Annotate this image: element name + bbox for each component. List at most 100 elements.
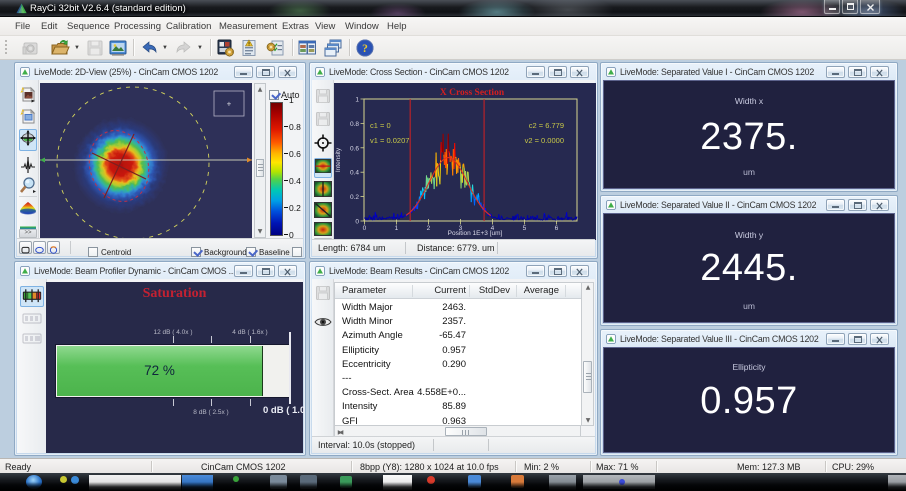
undo-button[interactable] [139, 38, 159, 58]
window-titlebar[interactable]: LiveMode: Separated Value III - CinCam C… [603, 331, 895, 346]
scroll-up-icon[interactable]: ▲ [256, 86, 264, 93]
language-bar[interactable] [583, 475, 655, 489]
window-close-button[interactable] [570, 65, 589, 78]
export-view-button[interactable] [108, 38, 128, 58]
open-folder-button[interactable] [50, 38, 70, 58]
dynamic-gauge-button[interactable] [21, 331, 43, 346]
window-close-button[interactable] [870, 65, 889, 78]
column-separator[interactable] [469, 285, 470, 297]
window-minimize-button[interactable] [234, 65, 253, 78]
window-close-button[interactable] [870, 332, 889, 345]
window-minimize-button[interactable] [526, 264, 545, 277]
column-separator[interactable] [516, 285, 517, 297]
window-titlebar[interactable]: LiveMode: Beam Results - CinCam CMOS 120… [312, 263, 595, 278]
centroid-checkbox[interactable]: Centroid [88, 242, 131, 258]
tray-icon[interactable] [340, 476, 352, 488]
expand-more-button[interactable]: >> [19, 229, 37, 238]
window-minimize-button[interactable] [826, 198, 845, 211]
baseline-checkbox[interactable]: Baseline [246, 242, 290, 258]
process-window-button[interactable] [216, 38, 236, 58]
window-maximize-button[interactable] [256, 65, 275, 78]
beam-canvas-scrollbar[interactable]: ▲ ▼ [254, 83, 266, 238]
beam-2d-canvas[interactable]: + [40, 83, 252, 238]
camera-capture-button[interactable] [21, 38, 41, 58]
section-vertical-button[interactable] [314, 181, 332, 199]
menu-calibration[interactable]: Calibration [166, 21, 211, 32]
menu-measurement[interactable]: Measurement [219, 21, 277, 32]
menu-file[interactable]: File [15, 21, 30, 32]
table-row[interactable]: --- [335, 372, 581, 386]
extra-checkbox[interactable] [292, 242, 302, 258]
profile-line-button[interactable] [19, 156, 37, 173]
tray-icon[interactable] [427, 476, 435, 484]
column-header-parameter[interactable]: Parameter [342, 285, 386, 296]
open-dropdown-arrow[interactable]: ▼ [74, 45, 82, 51]
scrollbar-thumb[interactable] [445, 427, 487, 436]
scrollbar-thumb[interactable] [256, 159, 264, 177]
visibility-eye-button[interactable] [314, 315, 332, 329]
copy-image-page-button[interactable] [19, 85, 37, 103]
window-close-button[interactable] [278, 65, 297, 78]
window-close-button[interactable] [278, 264, 297, 277]
scroll-up-icon[interactable]: ▲ [584, 284, 592, 291]
window-titlebar[interactable]: LiveMode: Beam Profiler Dynamic - CinCam… [17, 263, 303, 278]
window-close-button[interactable] [870, 198, 889, 211]
redo-dropdown-arrow[interactable]: ▼ [197, 45, 205, 51]
window-titlebar[interactable]: LiveMode: Separated Value I - CinCam CMO… [603, 64, 895, 79]
window-titlebar[interactable]: LiveMode: Cross Section - CinCam CMOS 12… [312, 64, 595, 79]
maximize-button[interactable] [842, 0, 858, 14]
window-maximize-button[interactable] [548, 264, 567, 277]
window-minimize-button[interactable] [526, 65, 545, 78]
column-header-average[interactable]: Average [506, 285, 559, 296]
tray-icon[interactable] [549, 475, 576, 490]
window-maximize-button[interactable] [848, 65, 867, 78]
section-major-axis-button[interactable] [314, 202, 332, 220]
tray-icon[interactable] [300, 475, 317, 489]
section-horizontal-button[interactable] [314, 158, 332, 178]
undo-dropdown-arrow[interactable]: ▼ [162, 45, 170, 51]
table-row[interactable]: GFI 0.963 [335, 415, 581, 425]
table-row[interactable]: Width Minor 2357. [335, 315, 581, 329]
window-maximize-button[interactable] [848, 332, 867, 345]
table-vertical-scrollbar[interactable]: ▲ ▼ [581, 282, 594, 426]
help-button[interactable]: ? [355, 38, 375, 58]
view-3d-cone-button[interactable] [19, 201, 37, 217]
minimize-button[interactable] [824, 0, 840, 14]
toolbar-drag-handle[interactable] [5, 40, 7, 56]
window-maximize-button[interactable] [256, 264, 275, 277]
tray-icon[interactable] [468, 475, 481, 488]
column-separator[interactable] [565, 285, 566, 297]
view-2d-colormap-button[interactable] [19, 220, 37, 233]
save-all-button[interactable] [314, 110, 332, 127]
redo-button[interactable] [174, 38, 194, 58]
beam-results-table[interactable]: Parameter Current StdDev Average Width M… [334, 282, 581, 426]
menu-window[interactable]: Window [345, 21, 379, 32]
scrollbar-thumb[interactable] [583, 361, 592, 393]
scroll-down-icon[interactable]: ▼ [584, 417, 592, 424]
dynamic-gauge-button[interactable] [21, 311, 43, 326]
taskbar-window-button[interactable] [182, 475, 213, 491]
saturation-meter-button[interactable] [20, 286, 44, 307]
save-results-button[interactable] [314, 284, 332, 301]
ellipse-marker-button[interactable] [33, 241, 46, 254]
report-page-button[interactable] [240, 38, 260, 58]
tray-icon[interactable] [270, 475, 287, 489]
scroll-down-icon[interactable]: ▼ [256, 228, 264, 235]
window-close-button[interactable] [570, 264, 589, 277]
window-minimize-button[interactable] [826, 65, 845, 78]
window-minimize-button[interactable] [826, 332, 845, 345]
window-maximize-button[interactable] [848, 198, 867, 211]
column-separator[interactable] [412, 285, 413, 297]
save-button[interactable] [85, 38, 105, 58]
scroll-right-icon[interactable]: ▶ [336, 429, 344, 436]
start-orb-icon[interactable] [26, 475, 42, 489]
table-row[interactable]: Ellipticity 0.957 [335, 344, 581, 358]
menu-sequence[interactable]: Sequence [67, 21, 110, 32]
quicklaunch-icon[interactable] [71, 476, 79, 484]
background-checkbox[interactable]: Background [191, 242, 247, 258]
window-titlebar[interactable]: LiveMode: Separated Value II - CinCam CM… [603, 197, 895, 212]
cross-section-plot[interactable]: X Cross Section 00.20.40.60.81 0123456 I… [334, 83, 596, 240]
table-row[interactable]: Intensity 85.89 [335, 400, 581, 414]
close-button[interactable] [860, 0, 880, 14]
rect-marker-button[interactable] [19, 241, 32, 254]
